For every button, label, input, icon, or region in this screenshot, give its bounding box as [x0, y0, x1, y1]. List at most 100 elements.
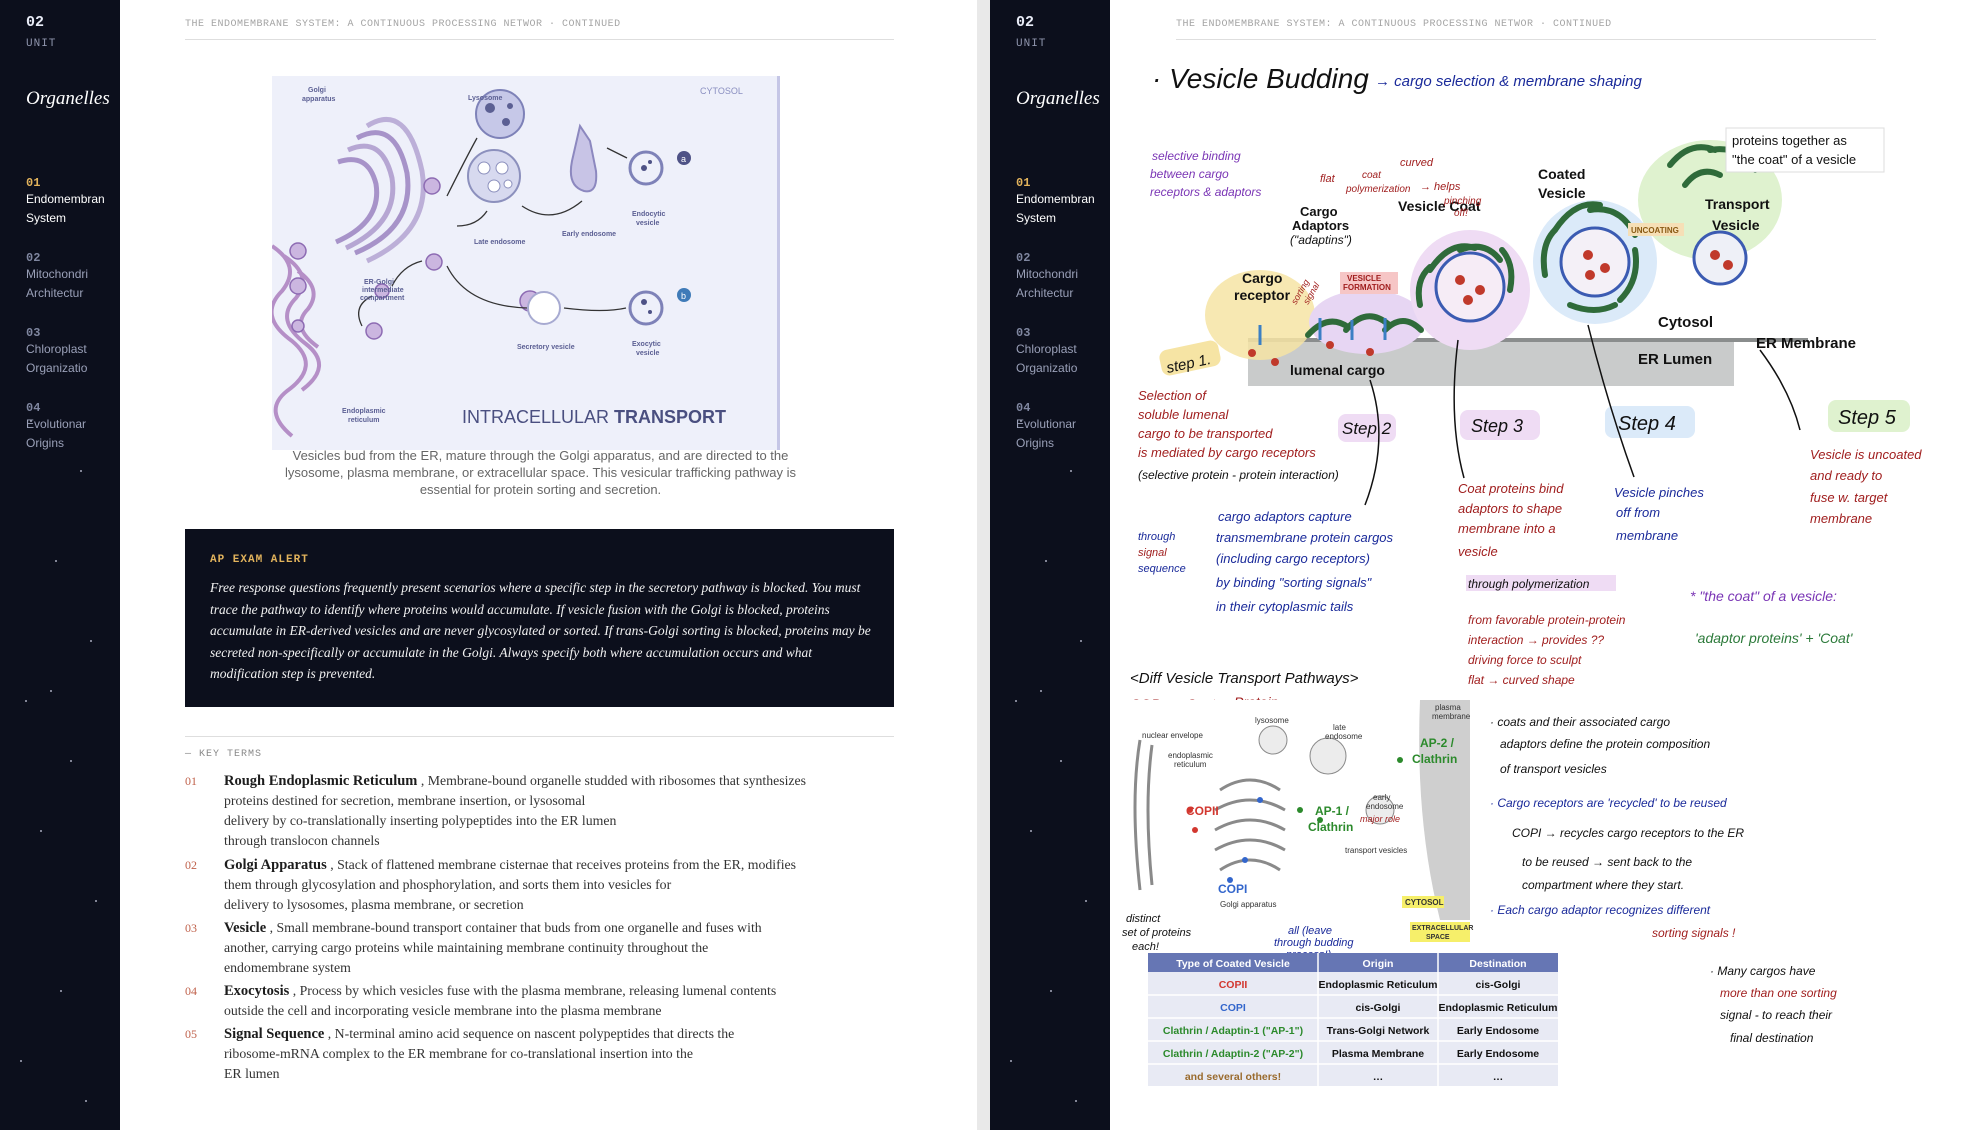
label-late-endosome: Late endosome	[474, 239, 525, 246]
pf-extracellular: EXTRACELLULAR	[1412, 925, 1473, 932]
section-title: Organelles	[26, 88, 110, 109]
table-cell-origin: cis-Golgi	[1356, 1002, 1401, 1014]
bullet1-line2: adaptors define the protein composition	[1500, 737, 1710, 751]
pf-copii: COPII	[1186, 804, 1219, 818]
divider	[185, 736, 894, 737]
key-term-golgi: 02 Golgi Apparatus , Stack of flattened …	[185, 855, 894, 915]
caption-line: lysosome, plasma membrane, or extracellu…	[284, 465, 797, 480]
label-cytosol: CYTOSOL	[700, 86, 743, 96]
term-number: 03	[185, 921, 197, 935]
table-cell-origin: Trans-Golgi Network	[1327, 1025, 1430, 1037]
term-line: delivery to lysosomes, plasma membrane, …	[224, 897, 524, 912]
nav-label: Endomembran	[26, 192, 105, 206]
nav-num: 02	[26, 251, 41, 265]
coated-vesicle-table: Type of Coated Vesicle Origin Destinatio…	[1148, 953, 1558, 1086]
pf-late-endosome: late	[1333, 723, 1346, 732]
step1-text-3: cargo to be transported	[1138, 426, 1273, 441]
step3-more-3: driving force to sculpt	[1468, 653, 1582, 667]
pf-ap1-2: Clathrin	[1308, 820, 1353, 834]
bullet2-line4: compartment where they start.	[1522, 878, 1684, 892]
key-term-exocytosis: 04 Exocytosis , Process by which vesicle…	[185, 981, 894, 1021]
key-term-vesicle: 03 Vesicle , Small membrane-bound transp…	[185, 918, 894, 978]
table-cell-dest: Endoplasmic Reticulum	[1438, 1002, 1557, 1014]
nav-item-endomembrane[interactable]: 01 Endomembran System	[26, 176, 116, 228]
table-cell-type: COPI	[1220, 1002, 1246, 1014]
step3-label: Step 3	[1471, 416, 1523, 436]
coat-eq: * "the coat" of a vesicle:	[1690, 588, 1837, 604]
pf-er-2: reticulum	[1174, 760, 1207, 769]
bullet2-line3: to be reused → sent back to the	[1522, 855, 1692, 869]
cargo-receptor-label-2: receptor	[1234, 287, 1291, 303]
pf-cytosol: CYTOSOL	[1405, 898, 1444, 907]
nav-label-2: Organizatio	[26, 361, 88, 375]
bullet3-line1: · Each cargo adaptor recognizes differen…	[1490, 903, 1711, 917]
step5-text-3: fuse w. target	[1810, 490, 1889, 505]
hw-curved: curved	[1400, 157, 1434, 169]
nav-label-2: System	[26, 211, 67, 225]
nav-num: 01	[26, 176, 41, 190]
table-cell-origin: Plasma Membrane	[1332, 1048, 1424, 1060]
unit-sidebar-left: 02 UNIT Organelles 01 Endomembran System 0…	[0, 0, 120, 1130]
step3-text: Coat proteins bind	[1458, 481, 1564, 496]
nav-label: Evolutionar	[26, 417, 87, 431]
marker-a: a	[681, 154, 686, 164]
step4-text-2: off from	[1616, 505, 1660, 520]
key-term-rough-er: 01 Rough Endoplasmic Reticulum , Membran…	[185, 771, 894, 851]
hw-through-signal-3: sequence	[1138, 563, 1186, 575]
hw-distinct-3: each!	[1132, 941, 1159, 953]
hw-distinct: distinct	[1126, 913, 1161, 925]
nav-label-2: Architectur	[26, 286, 84, 300]
term-number: 02	[185, 858, 197, 872]
step1-text-2: soluble lumenal	[1138, 407, 1229, 422]
running-head: THE ENDOMEMBRANE SYSTEM: A CONTINUOUS PR…	[185, 19, 894, 40]
hw-pinching: pinching	[1443, 196, 1482, 207]
label-ergic-2: intermediate	[362, 287, 404, 294]
step2-text-3: (including cargo receptors)	[1216, 551, 1370, 566]
hw-major-role: major role	[1360, 814, 1400, 824]
caption-line: essential for protein sorting and secret…	[419, 482, 662, 497]
cargo-adaptors-label-2: Adaptors	[1292, 218, 1349, 233]
pf-nuclear-envelope: nuclear envelope	[1142, 731, 1203, 740]
term-line: , Stack of flattened membrane cisternae …	[330, 857, 797, 872]
step2-text-5: in their cytoplasmic tails	[1216, 599, 1354, 614]
lumenal-cargo-label: lumenal cargo	[1290, 362, 1385, 378]
budding-vesicle	[1434, 251, 1506, 323]
bullet2-line1: · Cargo receptors are 'recycled' to be r…	[1490, 796, 1727, 810]
pathways-heading: <Diff Vesicle Transport Pathways>	[1130, 670, 1359, 687]
table-cell-type: Clathrin / Adaptin-1 ("AP-1")	[1163, 1025, 1303, 1037]
pf-ap2-2: Clathrin	[1412, 752, 1457, 766]
term-number: 01	[185, 774, 197, 788]
term-line: , Small membrane-bound transport contain…	[269, 920, 762, 935]
step3-more-4: flat → curved shape	[1468, 673, 1575, 687]
marker-b: b	[681, 291, 686, 301]
bullet4-line1: · Many cargos have	[1710, 964, 1816, 978]
step2-text-2: transmembrane protein cargos	[1216, 530, 1394, 545]
alert-text: Free response questions frequently prese…	[210, 580, 871, 681]
step1-text-5: (selective protein - protein interaction…	[1138, 468, 1339, 482]
figure-title-bold: TRANSPORT	[614, 407, 726, 427]
cytosol-label: Cytosol	[1658, 314, 1713, 331]
cargo-receptor-label: Cargo	[1242, 270, 1282, 286]
label-endocytic: Endocytic	[632, 211, 666, 218]
table-cell-type: Clathrin / Adaptin-2 ("AP-2")	[1163, 1048, 1303, 1060]
step4-text: Vesicle pinches	[1614, 485, 1704, 500]
hw-all-leave: all (leave	[1288, 925, 1332, 937]
label-ergic-3: compartment	[360, 295, 405, 302]
nav-label: Chloroplast	[26, 342, 87, 356]
label-golgi: Golgi	[308, 87, 326, 94]
transport-vesicle-label: Transport	[1705, 196, 1770, 212]
term-title: Golgi Apparatus	[224, 857, 327, 873]
nav-item-evolutionary[interactable]: 04 Evolutionar Origins	[26, 401, 116, 453]
step5-label: Step 5	[1838, 407, 1897, 429]
step1-text: Selection of	[1138, 388, 1207, 403]
term-line: , Membrane-bound organelle studded with …	[420, 773, 807, 788]
term-line: another, carrying cargo proteins while m…	[224, 940, 709, 955]
label-er-2: reticulum	[348, 417, 380, 424]
pf-lysosome: lysosome	[1255, 716, 1289, 725]
nav-item-chloroplast[interactable]: 03 Chloroplast Organizatio	[26, 326, 116, 378]
intracellular-transport-figure: a b Golgi apparatus Lysosome Late endoso…	[269, 76, 780, 450]
nav-item-mitochondria[interactable]: 02 Mitochondri Architectur	[26, 251, 116, 303]
nav-num: 03	[26, 326, 41, 340]
hw-distinct-2: set of proteins	[1122, 927, 1192, 939]
alert-heading: AP EXAM ALERT	[210, 554, 309, 566]
